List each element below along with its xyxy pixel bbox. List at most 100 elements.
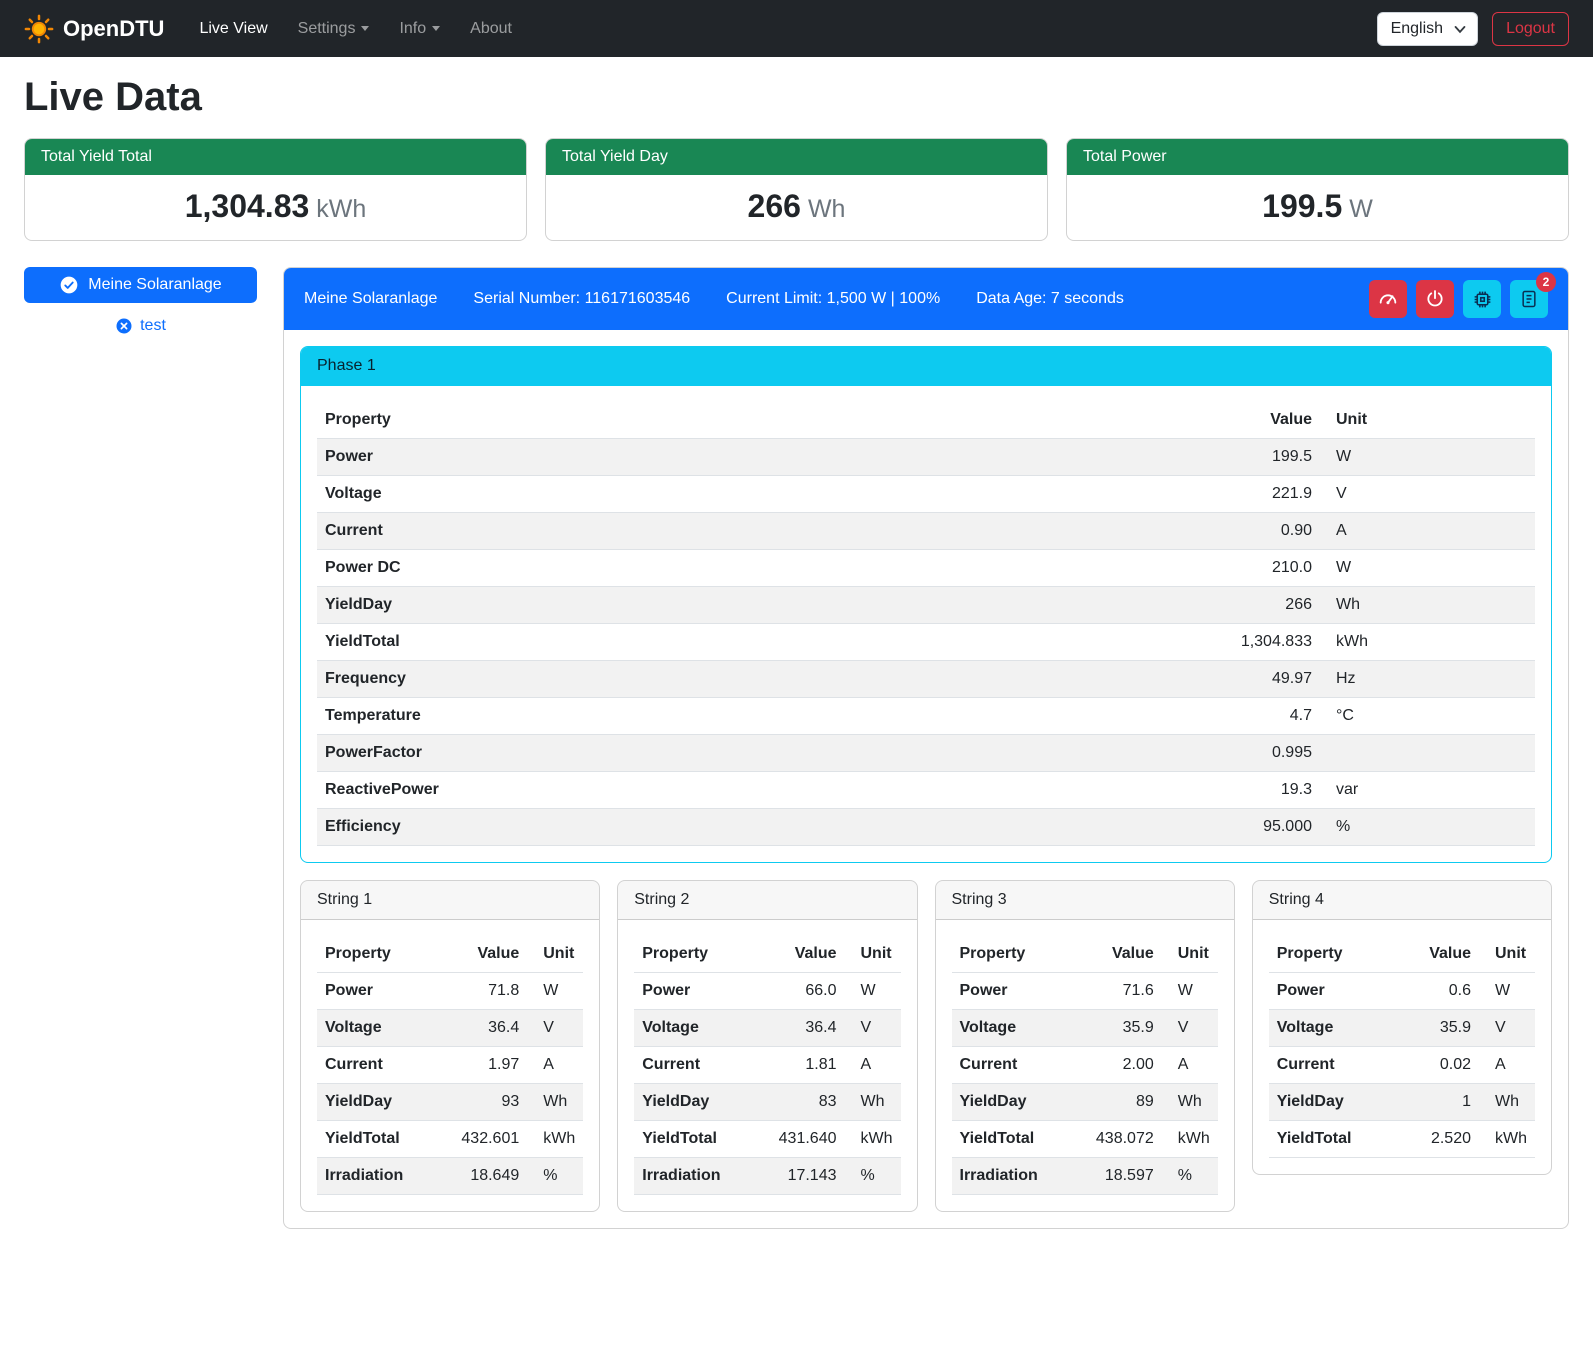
table-row: PowerFactor0.995 bbox=[317, 735, 1535, 772]
string-card: String 4 Property Value Unit bbox=[1252, 880, 1552, 1175]
cell-value: 66.0 bbox=[757, 973, 845, 1010]
cell-property: YieldDay bbox=[317, 587, 1180, 624]
nav-settings-dropdown[interactable]: Settings bbox=[285, 12, 383, 46]
cell-property: Power bbox=[317, 439, 1180, 476]
power-icon bbox=[1425, 289, 1445, 309]
nav-settings-label: Settings bbox=[298, 20, 356, 38]
phase-panel: Phase 1 Property Value Unit Power199.5WV… bbox=[300, 346, 1552, 863]
string-table: Property Value Unit Power71.6WVoltage35.… bbox=[952, 936, 1218, 1195]
brand-label: OpenDTU bbox=[63, 16, 164, 42]
cell-property: Power DC bbox=[317, 550, 1180, 587]
cell-value: 35.9 bbox=[1074, 1010, 1162, 1047]
cell-value: 71.8 bbox=[439, 973, 527, 1010]
cell-unit: V bbox=[1479, 1010, 1535, 1047]
inverter-select-button[interactable]: Meine Solaranlage bbox=[24, 267, 257, 303]
table-row: Voltage36.4V bbox=[634, 1010, 900, 1047]
table-row: Current1.81A bbox=[634, 1047, 900, 1084]
device-info-button[interactable] bbox=[1463, 280, 1501, 318]
string-card-title: String 3 bbox=[936, 881, 1234, 920]
card-value: 1,304.83 bbox=[185, 188, 310, 224]
limit-settings-button[interactable] bbox=[1369, 280, 1407, 318]
gauge-icon bbox=[1377, 288, 1399, 310]
column-header-value: Value bbox=[1074, 936, 1162, 973]
cell-property: Irradiation bbox=[634, 1158, 756, 1195]
cell-property: Voltage bbox=[952, 1010, 1074, 1047]
cell-value: 49.97 bbox=[1180, 661, 1320, 698]
cell-property: YieldDay bbox=[1269, 1084, 1391, 1121]
cell-property: Current bbox=[634, 1047, 756, 1084]
cell-value: 1 bbox=[1391, 1084, 1479, 1121]
cell-value: 0.6 bbox=[1391, 973, 1479, 1010]
sidebar-item-test[interactable]: test bbox=[24, 317, 257, 335]
cell-property: YieldDay bbox=[634, 1084, 756, 1121]
cell-value: 18.597 bbox=[1074, 1158, 1162, 1195]
cell-unit: W bbox=[845, 973, 901, 1010]
cell-unit: V bbox=[1162, 1010, 1218, 1047]
event-log-button[interactable]: 2 bbox=[1510, 280, 1548, 318]
strings-grid: String 1 Property Value Unit bbox=[300, 880, 1552, 1212]
card-value: 199.5 bbox=[1262, 188, 1342, 224]
string-card-title: String 2 bbox=[618, 881, 916, 920]
cell-unit: V bbox=[1320, 476, 1535, 513]
table-row: Power71.6W bbox=[952, 973, 1218, 1010]
cell-property: Frequency bbox=[317, 661, 1180, 698]
cell-value: 431.640 bbox=[757, 1121, 845, 1158]
inverter-name: Meine Solaranlage bbox=[304, 290, 437, 308]
cell-value: 19.3 bbox=[1180, 772, 1320, 809]
column-header-value: Value bbox=[1391, 936, 1479, 973]
brand[interactable]: OpenDTU bbox=[24, 14, 164, 44]
logout-button[interactable]: Logout bbox=[1492, 12, 1569, 46]
table-header-row: Property Value Unit bbox=[1269, 936, 1535, 973]
table-row: Current0.90A bbox=[317, 513, 1535, 550]
cell-value: 18.649 bbox=[439, 1158, 527, 1195]
cell-unit: Wh bbox=[845, 1084, 901, 1121]
cell-property: YieldTotal bbox=[317, 1121, 439, 1158]
card-title: Total Yield Day bbox=[546, 139, 1047, 175]
cell-unit: Hz bbox=[1320, 661, 1535, 698]
table-row: YieldTotal432.601kWh bbox=[317, 1121, 583, 1158]
cell-value: 0.90 bbox=[1180, 513, 1320, 550]
nav-live-view[interactable]: Live View bbox=[186, 12, 280, 46]
inverter-data-age: Data Age: 7 seconds bbox=[976, 290, 1124, 308]
cell-value: 36.4 bbox=[439, 1010, 527, 1047]
card-unit: W bbox=[1349, 195, 1373, 223]
cell-value: 83 bbox=[757, 1084, 845, 1121]
nav-info-dropdown[interactable]: Info bbox=[386, 12, 453, 46]
table-row: YieldDay1Wh bbox=[1269, 1084, 1535, 1121]
cell-property: YieldDay bbox=[952, 1084, 1074, 1121]
table-row: Irradiation17.143% bbox=[634, 1158, 900, 1195]
sidebar-test-label: test bbox=[140, 317, 166, 335]
table-row: Voltage35.9V bbox=[1269, 1010, 1535, 1047]
phase-panel-title: Phase 1 bbox=[301, 347, 1551, 386]
cell-value: 432.601 bbox=[439, 1121, 527, 1158]
cell-unit: A bbox=[1479, 1047, 1535, 1084]
power-control-button[interactable] bbox=[1416, 280, 1454, 318]
cell-property: Power bbox=[1269, 973, 1391, 1010]
table-row: Current2.00A bbox=[952, 1047, 1218, 1084]
nav-about[interactable]: About bbox=[457, 12, 525, 46]
card-title: Total Power bbox=[1067, 139, 1568, 175]
cell-value: 210.0 bbox=[1180, 550, 1320, 587]
cell-value: 438.072 bbox=[1074, 1121, 1162, 1158]
cell-unit: W bbox=[1162, 973, 1218, 1010]
string-card-title: String 4 bbox=[1253, 881, 1551, 920]
sun-icon bbox=[24, 14, 54, 44]
language-select[interactable]: English bbox=[1377, 12, 1478, 46]
cell-property: Voltage bbox=[317, 476, 1180, 513]
cell-value: 89 bbox=[1074, 1084, 1162, 1121]
cell-property: PowerFactor bbox=[317, 735, 1180, 772]
cell-property: Current bbox=[317, 513, 1180, 550]
column-header-value: Value bbox=[1180, 402, 1320, 439]
string-table: Property Value Unit Power66.0WVoltage36.… bbox=[634, 936, 900, 1195]
cell-property: YieldTotal bbox=[317, 624, 1180, 661]
navbar-right: English Logout bbox=[1377, 12, 1569, 46]
cell-value: 93 bbox=[439, 1084, 527, 1121]
phase-table: Property Value Unit Power199.5WVoltage22… bbox=[317, 402, 1535, 846]
cell-property: Temperature bbox=[317, 698, 1180, 735]
table-row: Frequency49.97Hz bbox=[317, 661, 1535, 698]
cell-value: 17.143 bbox=[757, 1158, 845, 1195]
column-header-property: Property bbox=[317, 402, 1180, 439]
card-title: Total Yield Total bbox=[25, 139, 526, 175]
table-row: Current0.02A bbox=[1269, 1047, 1535, 1084]
journal-icon bbox=[1519, 289, 1539, 309]
